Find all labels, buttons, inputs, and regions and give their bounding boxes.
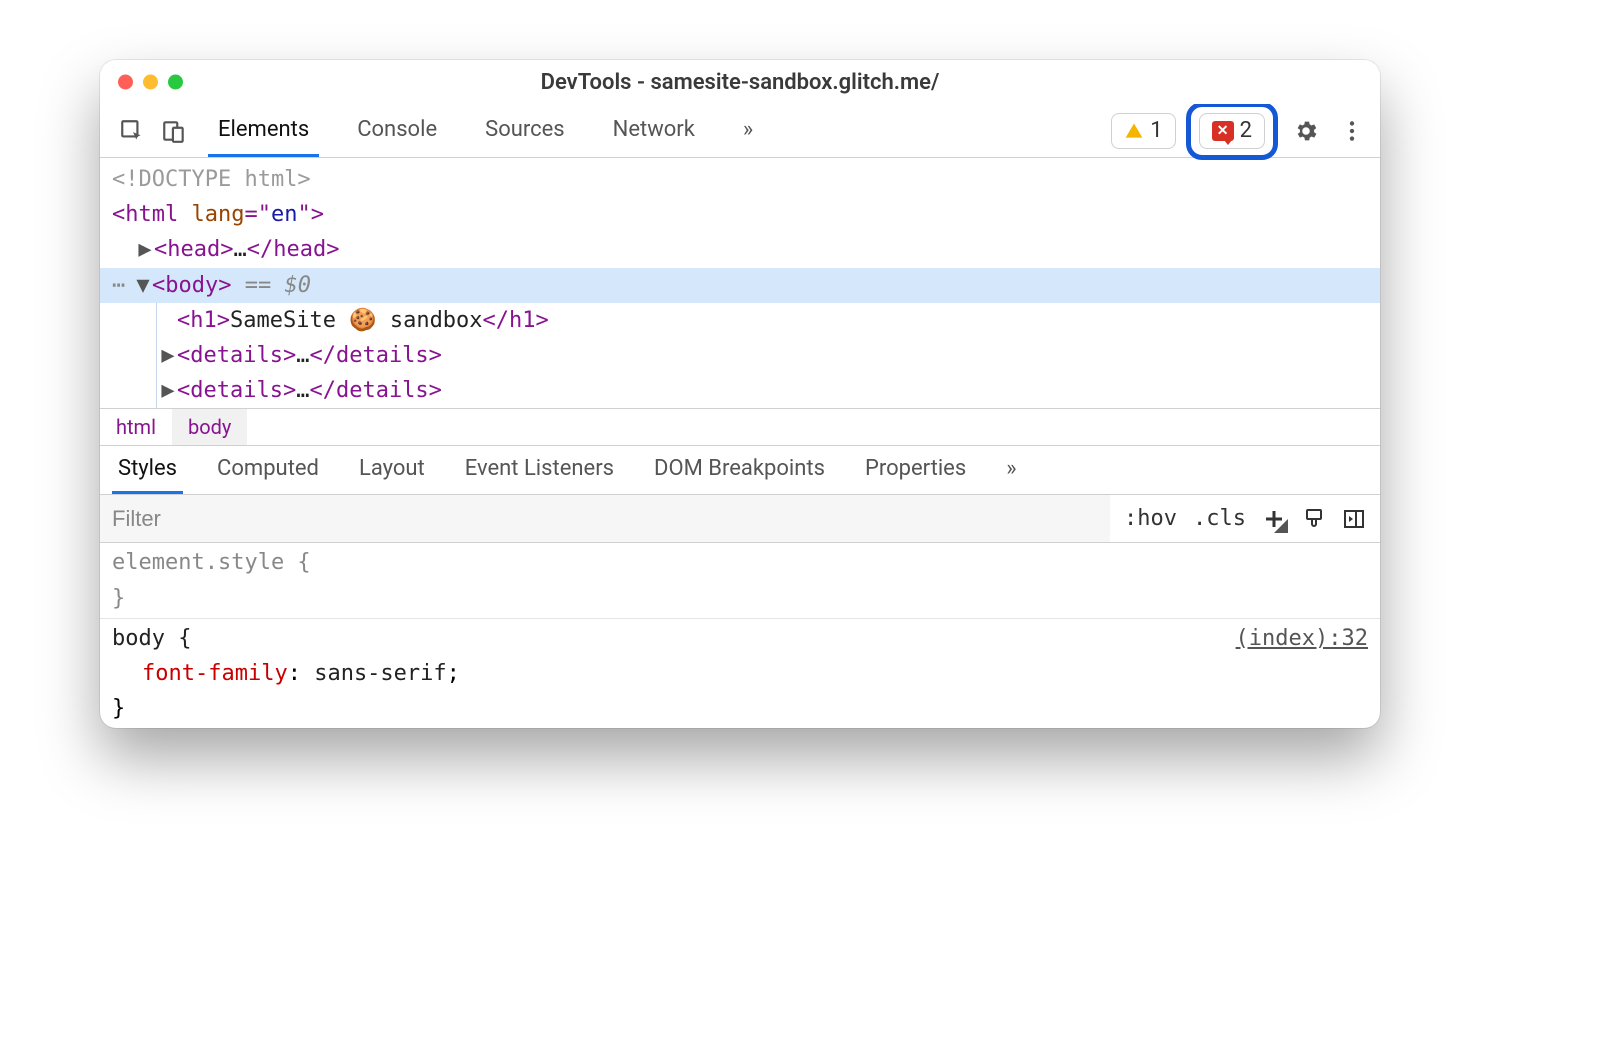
styles-filter-row: :hov .cls [100, 495, 1380, 543]
breadcrumb-body[interactable]: body [172, 409, 247, 445]
tab-computed[interactable]: Computed [211, 446, 325, 494]
rule-selector: body { [112, 626, 191, 651]
dom-html-open[interactable]: <html lang="en"> [100, 197, 1380, 232]
titlebar: DevTools - samesite-sandbox.glitch.me/ [100, 60, 1380, 104]
css-prop-name: font-family [142, 661, 288, 686]
tab-more-styles[interactable]: » [1000, 446, 1022, 494]
breadcrumb: html body [100, 408, 1380, 445]
tab-event-listeners[interactable]: Event Listeners [459, 446, 620, 494]
dom-details-1[interactable]: ▶<details>…</details> [100, 338, 1380, 373]
devtools-window: DevTools - samesite-sandbox.glitch.me/ E… [100, 60, 1380, 728]
window-controls [118, 75, 183, 90]
css-prop-value: sans-serif [314, 661, 446, 686]
gutter-dots-icon[interactable]: ⋯ [112, 268, 134, 303]
expand-arrow-icon[interactable]: ▶ [159, 338, 177, 373]
tab-sources[interactable]: Sources [475, 104, 575, 157]
warning-icon [1124, 121, 1144, 141]
expand-arrow-icon[interactable]: ▶ [136, 232, 154, 267]
hov-toggle[interactable]: :hov [1124, 506, 1177, 531]
warnings-counter[interactable]: 1 [1111, 113, 1175, 149]
tab-elements[interactable]: Elements [208, 104, 319, 157]
panel-tabs: Elements Console Sources Network » [208, 104, 763, 157]
settings-button[interactable] [1288, 113, 1324, 149]
cls-toggle[interactable]: .cls [1193, 506, 1246, 531]
window-maximize-button[interactable] [168, 75, 183, 90]
breadcrumb-html[interactable]: html [100, 409, 172, 445]
tab-layout[interactable]: Layout [353, 446, 431, 494]
dom-details-2[interactable]: ▶<details>…</details> [100, 373, 1380, 408]
css-declaration[interactable]: font-family: sans-serif; [112, 656, 1368, 691]
issues-highlight: ✕ 2 [1186, 102, 1278, 160]
styles-rules: element.style { } body { (index):32 font… [100, 543, 1380, 728]
window-minimize-button[interactable] [143, 75, 158, 90]
device-toggle-icon[interactable] [156, 113, 192, 149]
paintbrush-icon[interactable] [1302, 507, 1326, 531]
tab-styles[interactable]: Styles [112, 446, 183, 494]
window-close-button[interactable] [118, 75, 133, 90]
styles-filter-input[interactable] [100, 495, 1110, 542]
dom-doctype[interactable]: <!DOCTYPE html> [100, 162, 1380, 197]
issues-icon: ✕ [1212, 121, 1234, 141]
rule-selector: element.style { [112, 550, 311, 575]
collapse-arrow-icon[interactable]: ▼ [134, 268, 152, 303]
warnings-count: 1 [1150, 118, 1162, 143]
issues-counter[interactable]: ✕ 2 [1199, 113, 1265, 149]
styles-toolbar: :hov .cls [1110, 506, 1380, 531]
toolbar-right: 1 ✕ 2 [1111, 102, 1370, 160]
main-toolbar: Elements Console Sources Network » 1 ✕ [100, 104, 1380, 158]
dom-head[interactable]: ▶<head>…</head> [100, 232, 1380, 267]
close-brace: } [112, 586, 125, 611]
dom-body-selected[interactable]: ⋯▼<body> == $0 [100, 268, 1380, 303]
tab-network[interactable]: Network [603, 104, 705, 157]
close-brace: } [112, 696, 125, 721]
element-style-rule[interactable]: element.style { } [100, 543, 1380, 618]
rule-source-link[interactable]: (index):32 [1236, 621, 1368, 656]
tab-properties[interactable]: Properties [859, 446, 972, 494]
new-style-rule-button[interactable] [1262, 507, 1286, 531]
dom-tree[interactable]: <!DOCTYPE html> <html lang="en"> ▶<head>… [100, 158, 1380, 408]
more-menu-button[interactable] [1334, 113, 1370, 149]
styles-pane-tabs: Styles Computed Layout Event Listeners D… [100, 445, 1380, 495]
inspect-element-icon[interactable] [114, 113, 150, 149]
issues-count: 2 [1240, 118, 1252, 143]
tab-dom-breakpoints[interactable]: DOM Breakpoints [648, 446, 831, 494]
toggle-sidebar-icon[interactable] [1342, 507, 1366, 531]
tab-console[interactable]: Console [347, 104, 447, 157]
tab-more[interactable]: » [733, 104, 763, 157]
dom-h1[interactable]: <h1>SameSite 🍪 sandbox</h1> [100, 303, 1380, 338]
window-title: DevTools - samesite-sandbox.glitch.me/ [116, 70, 1364, 95]
expand-arrow-icon[interactable]: ▶ [159, 373, 177, 408]
body-rule[interactable]: body { (index):32 font-family: sans-seri… [100, 619, 1380, 729]
